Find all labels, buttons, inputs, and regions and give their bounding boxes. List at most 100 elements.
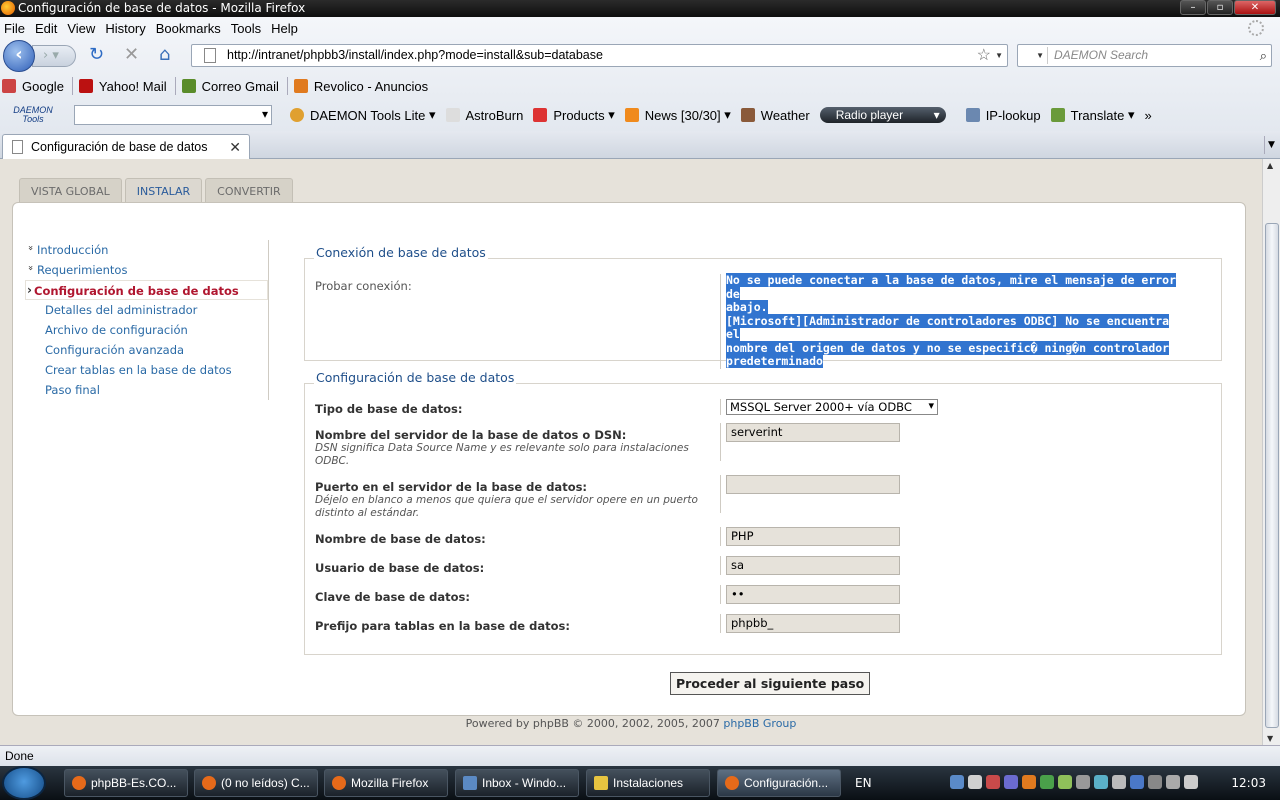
minimize-button[interactable]: – — [1180, 0, 1206, 15]
close-window-button[interactable]: ✕ — [1234, 0, 1276, 15]
tray-icon[interactable] — [1112, 775, 1126, 789]
step-configuracion-bd[interactable]: Configuración de base de datos — [25, 280, 268, 300]
tray-icon[interactable] — [1004, 775, 1018, 789]
windows-taskbar: phpBB-Es.CO... (0 no leídos) C... Mozill… — [0, 766, 1280, 800]
menu-bar: File Edit View History Bookmarks Tools H… — [0, 17, 1280, 39]
step-config-avanzada[interactable]: Configuración avanzada — [25, 340, 268, 360]
port-input[interactable] — [726, 475, 900, 494]
step-detalles-admin[interactable]: Detalles del administrador — [25, 300, 268, 320]
prefix-input[interactable]: phpbb_ — [726, 614, 900, 633]
maximize-button[interactable]: ▫ — [1207, 0, 1233, 15]
weather-button[interactable]: Weather — [740, 108, 810, 123]
menu-view[interactable]: View — [67, 21, 95, 36]
db-type-select[interactable]: MSSQL Server 2000+ vía ODBC — [726, 399, 938, 415]
tray-icon[interactable] — [968, 775, 982, 789]
tab-list-icon[interactable]: ▼ — [1264, 136, 1278, 154]
translate-button[interactable]: Translate ▾ — [1050, 107, 1134, 123]
scroll-up-icon[interactable]: ▲ — [1267, 161, 1273, 170]
db-type-label: Tipo de base de datos: — [315, 402, 463, 416]
step-crear-tablas[interactable]: Crear tablas en la base de datos — [25, 360, 268, 380]
tab-vista-global[interactable]: VISTA GLOBAL — [19, 178, 122, 203]
taskbar-mozilla-firefox[interactable]: Mozilla Firefox — [324, 769, 448, 797]
tray-icon[interactable] — [1040, 775, 1054, 789]
vertical-scrollbar[interactable]: ▲ ▼ — [1262, 159, 1280, 745]
taskbar-phpbb-es[interactable]: phpBB-Es.CO... — [64, 769, 188, 797]
tray-icon[interactable] — [950, 775, 964, 789]
taskbar-configuracion[interactable]: Configuración... — [717, 769, 841, 797]
install-panel: Introducción Requerimientos Configuració… — [12, 202, 1246, 716]
phpbb-group-link[interactable]: phpBB Group — [723, 717, 796, 730]
tray-icon[interactable] — [1058, 775, 1072, 789]
search-box[interactable]: ▼ DAEMON Search ⌕ — [1017, 44, 1272, 67]
dbname-input[interactable]: PHP — [726, 527, 900, 546]
taskbar-no-leidos[interactable]: (0 no leídos) C... — [194, 769, 318, 797]
tray-icon[interactable] — [1130, 775, 1144, 789]
overflow-chevron-icon[interactable]: » — [1144, 108, 1151, 123]
search-icon[interactable]: ⌕ — [1260, 45, 1267, 66]
daemon-search-combo[interactable] — [74, 105, 272, 125]
bookmarks-toolbar: Google Yahoo! Mail Correo Gmail Revolico… — [0, 73, 1280, 99]
tray-icon[interactable] — [1022, 775, 1036, 789]
next-step-button[interactable]: Proceder al siguiente paso — [670, 672, 871, 695]
tab-convertir[interactable]: CONVERTIR — [205, 178, 293, 203]
menu-tools[interactable]: Tools — [231, 21, 261, 36]
step-paso-final[interactable]: Paso final — [25, 380, 268, 400]
menu-bookmarks[interactable]: Bookmarks — [156, 21, 221, 36]
step-archivo-config[interactable]: Archivo de configuración — [25, 320, 268, 340]
ip-lookup-icon — [965, 108, 980, 122]
daemon-tools-lite-button[interactable]: DAEMON Tools Lite ▾ — [290, 107, 436, 123]
tray-icon[interactable] — [1076, 775, 1090, 789]
taskbar-instalaciones[interactable]: Instalaciones — [586, 769, 710, 797]
window-controls: – ▫ ✕ — [1180, 0, 1276, 15]
bookmark-yahoo-mail[interactable]: Yahoo! Mail — [78, 79, 167, 94]
port-description: Déjelo en blanco a menos que quiera que … — [315, 494, 698, 519]
url-bar[interactable]: http://intranet/phpbb3/install/index.php… — [191, 44, 1008, 67]
server-input[interactable]: serverint — [726, 423, 900, 442]
menu-file[interactable]: File — [4, 21, 25, 36]
tray-icon[interactable] — [1094, 775, 1108, 789]
forward-button[interactable]: › ▾ — [32, 45, 76, 67]
reload-icon[interactable]: ↻ — [89, 46, 104, 64]
clock[interactable]: 12:03 — [1231, 766, 1266, 800]
tab-strip: Configuración de base de datos ✕ ▼ — [0, 131, 1280, 160]
server-label-group: Nombre del servidor de la base de datos … — [315, 428, 710, 468]
ip-lookup-button[interactable]: IP-lookup — [965, 108, 1041, 123]
bookmark-google[interactable]: Google — [2, 79, 64, 94]
browser-tab[interactable]: Configuración de base de datos ✕ — [2, 134, 250, 160]
taskbar-inbox[interactable]: Inbox - Windo... — [455, 769, 579, 797]
menu-edit[interactable]: Edit — [35, 21, 57, 36]
news-button[interactable]: News [30/30] ▾ — [624, 107, 731, 123]
tray-icon[interactable] — [986, 775, 1000, 789]
start-button[interactable] — [2, 766, 46, 800]
scroll-down-icon[interactable]: ▼ — [1267, 734, 1273, 743]
bookmark-revolico[interactable]: Revolico - Anuncios — [293, 79, 428, 94]
step-introduccion[interactable]: Introducción — [25, 240, 268, 260]
menu-help[interactable]: Help — [271, 21, 298, 36]
tray-icon[interactable] — [1148, 775, 1162, 789]
bookmark-star-icon[interactable]: ☆ — [977, 45, 991, 66]
volume-icon[interactable] — [1184, 775, 1198, 789]
back-button[interactable]: ‹ — [3, 40, 35, 72]
password-label: Clave de base de datos: — [315, 590, 470, 604]
separator — [71, 77, 73, 95]
search-engine-selector[interactable]: ▼ — [1020, 47, 1048, 64]
bookmark-correo-gmail[interactable]: Correo Gmail — [181, 79, 279, 94]
weather-icon — [740, 108, 755, 122]
step-requerimientos[interactable]: Requerimientos — [25, 260, 268, 280]
daemon-logo: DAEMON Tools — [13, 105, 53, 124]
close-tab-icon[interactable]: ✕ — [229, 135, 241, 159]
page-icon — [12, 140, 23, 154]
menu-history[interactable]: History — [105, 21, 145, 36]
home-icon[interactable]: ⌂ — [159, 46, 170, 64]
network-icon[interactable] — [1166, 775, 1180, 789]
astroburn-button[interactable]: AstroBurn — [445, 108, 523, 123]
tab-instalar[interactable]: INSTALAR — [124, 178, 203, 203]
radio-player[interactable]: Radio player — [819, 107, 946, 123]
url-dropdown-icon[interactable]: ▼ — [995, 45, 1003, 66]
products-button[interactable]: Products ▾ — [533, 107, 615, 123]
scrollbar-thumb[interactable] — [1265, 223, 1279, 728]
stop-icon[interactable]: ✕ — [124, 46, 139, 64]
password-input[interactable]: •• — [726, 585, 900, 604]
language-indicator[interactable]: EN — [855, 766, 872, 800]
user-input[interactable]: sa — [726, 556, 900, 575]
